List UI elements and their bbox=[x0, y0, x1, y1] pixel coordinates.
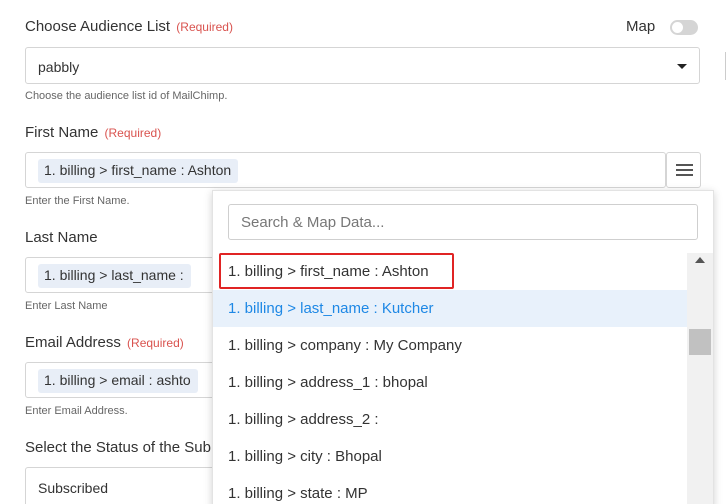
email-required: (Required) bbox=[127, 336, 184, 350]
first-name-label-text: First Name bbox=[25, 124, 99, 141]
dropdown-item-city[interactable]: 1. billing > city : Bhopal bbox=[213, 438, 687, 475]
scroll-up-arrow-icon[interactable] bbox=[695, 257, 705, 263]
audience-required: (Required) bbox=[176, 20, 233, 34]
status-label: Select the Status of the Sub bbox=[25, 439, 211, 456]
email-label-text: Email Address bbox=[25, 334, 121, 351]
dropdown-item-address-1[interactable]: 1. billing > address_1 : bhopal bbox=[213, 364, 687, 401]
scrollbar-thumb[interactable] bbox=[689, 329, 711, 355]
dropdown-scrollbar[interactable] bbox=[687, 253, 713, 504]
chevron-down-icon bbox=[677, 64, 687, 69]
highlight-box bbox=[219, 253, 454, 289]
first-name-help: Enter the First Name. bbox=[25, 195, 130, 207]
map-data-dropdown: 1. billing > first_name : Ashton 1. bill… bbox=[212, 190, 714, 504]
dropdown-item-state[interactable]: 1. billing > state : MP bbox=[213, 475, 687, 504]
audience-label-text: Choose Audience List bbox=[25, 18, 171, 35]
email-label: Email Address (Required) bbox=[25, 334, 184, 351]
last-name-label: Last Name bbox=[25, 229, 98, 246]
email-help: Enter Email Address. bbox=[25, 405, 128, 417]
audience-select[interactable]: pabbly bbox=[25, 47, 700, 84]
audience-label: Choose Audience List (Required) bbox=[25, 18, 233, 35]
dropdown-item-label: 1. billing > last_name : Kutcher bbox=[228, 300, 434, 317]
dropdown-list: 1. billing > first_name : Ashton 1. bill… bbox=[213, 253, 687, 504]
first-name-required: (Required) bbox=[104, 126, 162, 140]
dropdown-item-address-2[interactable]: 1. billing > address_2 : bbox=[213, 401, 687, 438]
toggle-knob bbox=[672, 22, 683, 33]
dropdown-item-label: 1. billing > address_1 : bhopal bbox=[228, 374, 428, 391]
email-chip[interactable]: 1. billing > email : ashto bbox=[38, 369, 198, 393]
dropdown-item-last-name[interactable]: 1. billing > last_name : Kutcher bbox=[213, 290, 687, 327]
last-name-help: Enter Last Name bbox=[25, 300, 108, 312]
map-toggle[interactable] bbox=[670, 20, 698, 35]
dropdown-item-first-name[interactable]: 1. billing > first_name : Ashton bbox=[213, 253, 687, 290]
map-menu-button[interactable] bbox=[666, 152, 701, 188]
last-name-chip[interactable]: 1. billing > last_name : bbox=[38, 264, 191, 288]
map-label: Map bbox=[626, 18, 656, 35]
first-name-label: First Name (Required) bbox=[25, 124, 161, 141]
search-input[interactable] bbox=[228, 204, 698, 240]
dropdown-item-label: 1. billing > company : My Company bbox=[228, 337, 462, 354]
audience-value: pabbly bbox=[38, 59, 80, 75]
first-name-field[interactable]: 1. billing > first_name : Ashton bbox=[25, 152, 666, 188]
audience-help: Choose the audience list id of MailChimp… bbox=[25, 90, 228, 102]
dropdown-item-company[interactable]: 1. billing > company : My Company bbox=[213, 327, 687, 364]
dropdown-item-label: 1. billing > state : MP bbox=[228, 485, 368, 502]
dropdown-item-label: 1. billing > address_2 : bbox=[228, 411, 379, 428]
first-name-chip[interactable]: 1. billing > first_name : Ashton bbox=[38, 159, 239, 183]
dropdown-item-label: 1. billing > city : Bhopal bbox=[228, 448, 382, 465]
status-value: Subscribed bbox=[38, 480, 109, 496]
